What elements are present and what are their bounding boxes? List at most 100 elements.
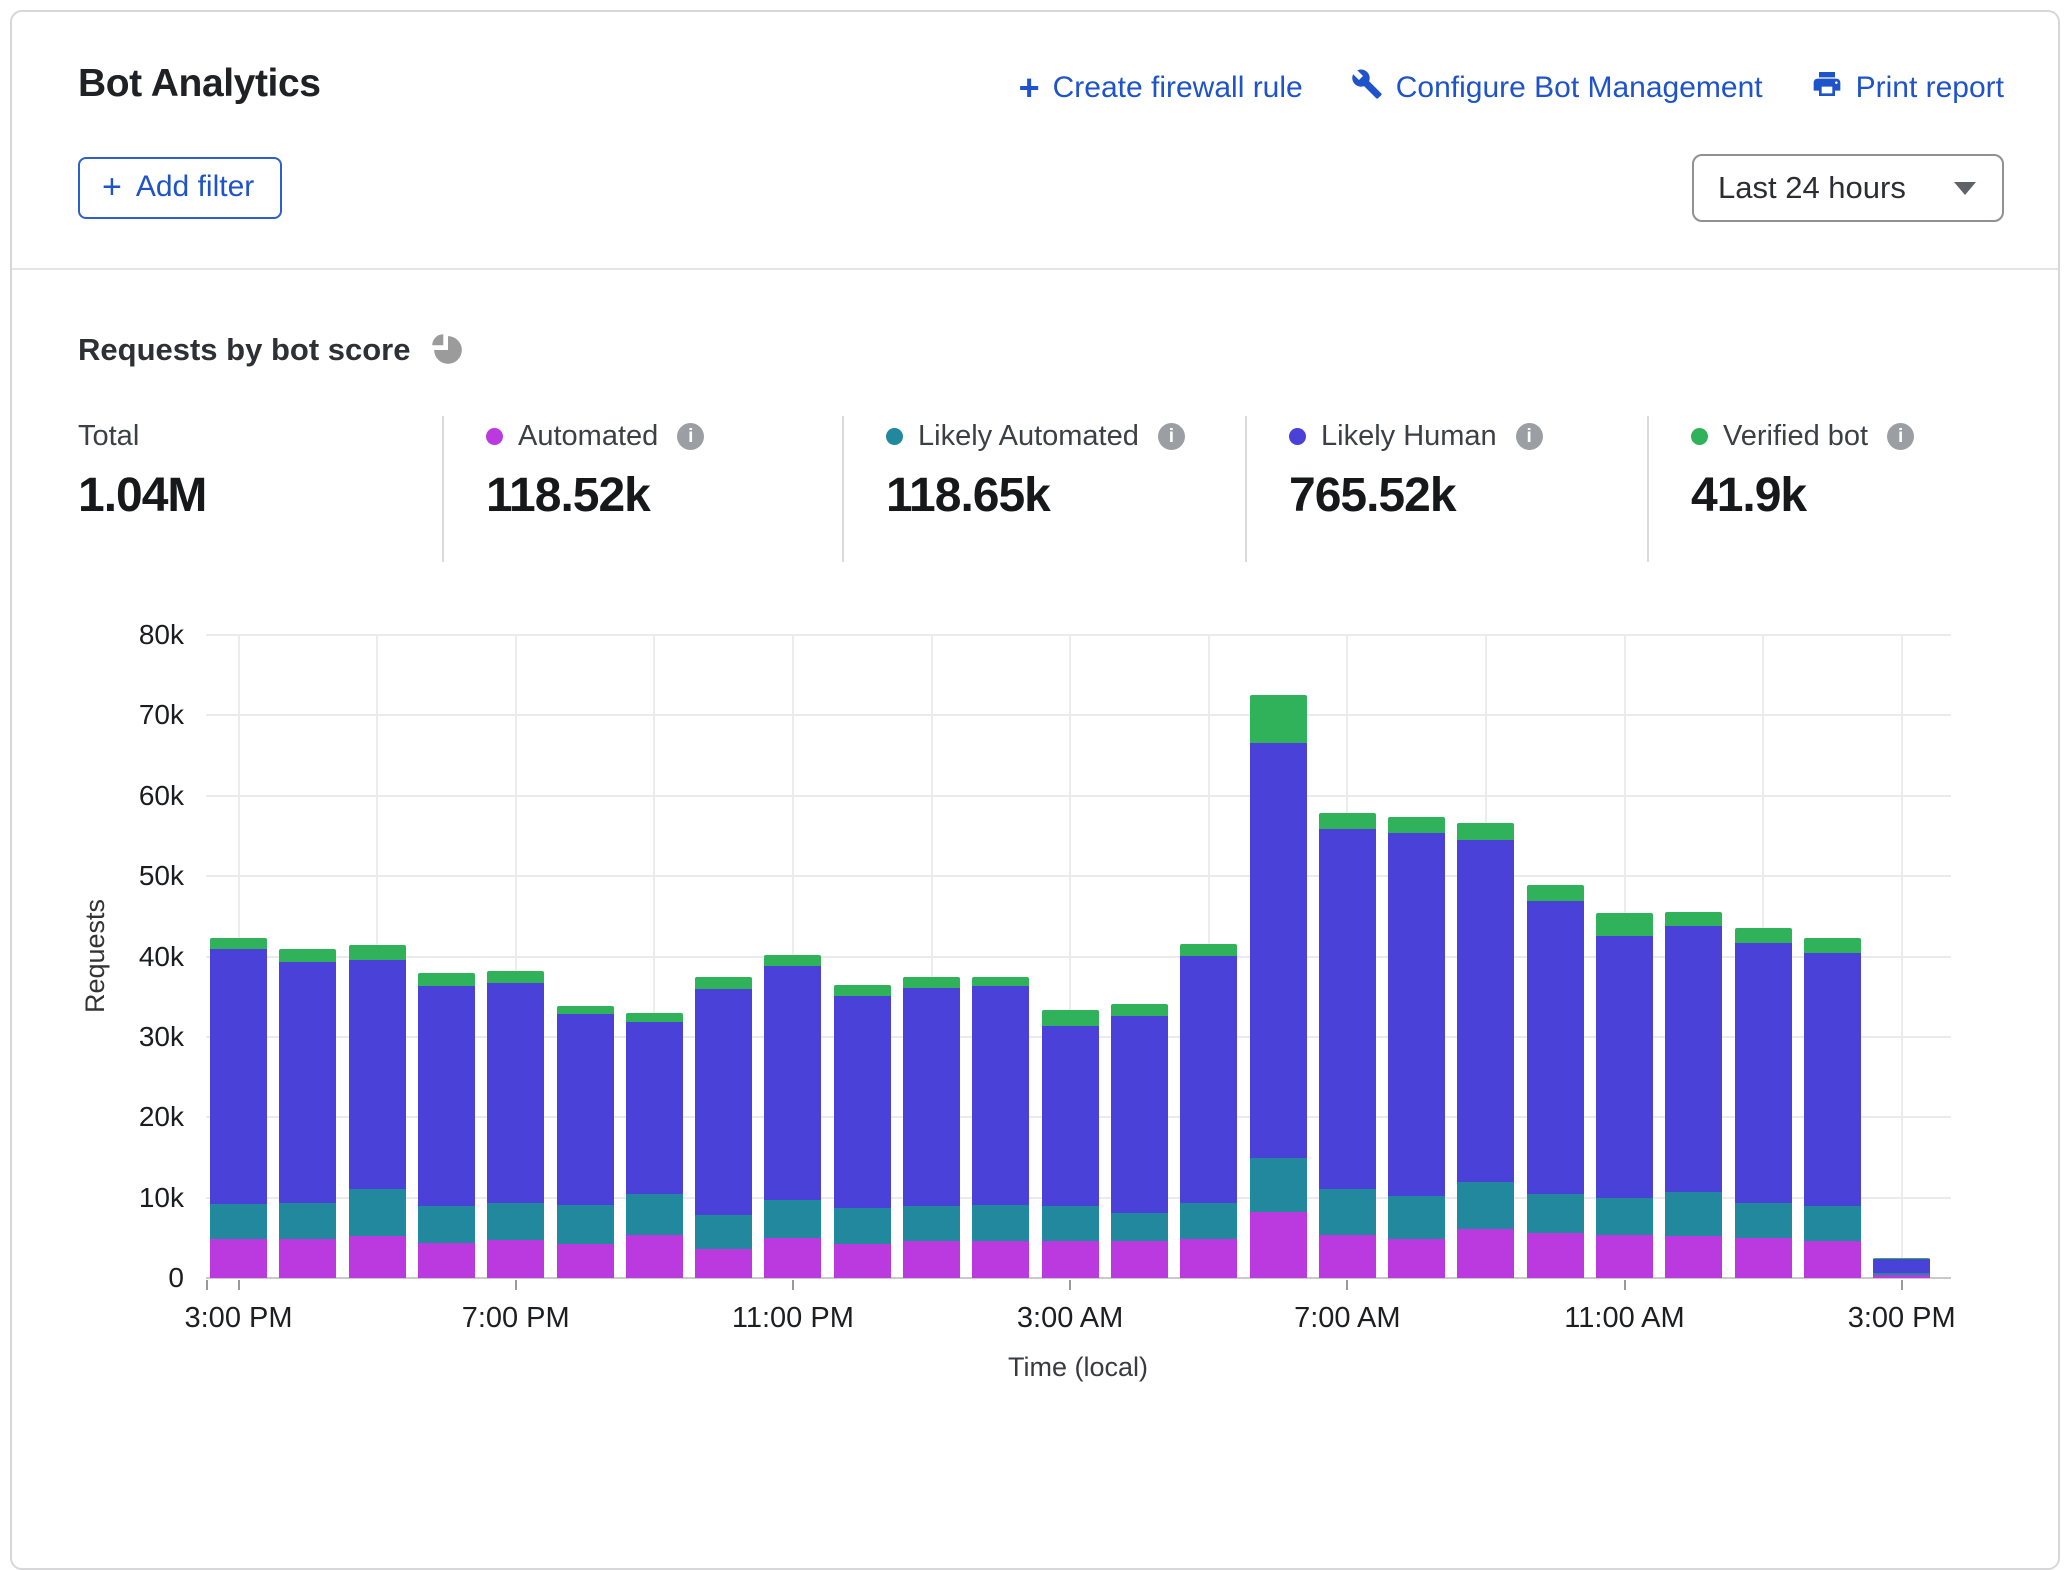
stacked-bar-1200am[interactable]: [834, 985, 891, 1278]
stacked-bar-800am[interactable]: [1388, 817, 1445, 1278]
stat-likely-human-value: 765.52k: [1289, 468, 1647, 523]
add-filter-label: Add filter: [136, 170, 254, 204]
y-tick-label: 50k: [78, 860, 184, 892]
stacked-bar-300pm[interactable]: [1873, 1258, 1930, 1278]
time-range-select[interactable]: Last 24 hours: [1692, 154, 2004, 222]
h-gridline: [206, 634, 1951, 636]
plus-icon: +: [102, 172, 122, 202]
stacked-bar-700am[interactable]: [1319, 813, 1376, 1278]
bar-segment-likely-human: [1596, 936, 1653, 1197]
bar-segment-likely-automated: [279, 1203, 336, 1239]
bar-segment-likely-human: [487, 983, 544, 1203]
info-icon[interactable]: i: [677, 423, 704, 450]
info-icon[interactable]: i: [1887, 423, 1914, 450]
bar-segment-likely-human: [903, 988, 960, 1206]
stat-total: Total 1.04M: [78, 416, 442, 562]
stacked-bar-400am[interactable]: [1111, 1004, 1168, 1278]
configure-bot-management-link[interactable]: Configure Bot Management: [1351, 68, 1763, 108]
y-tick-label: 10k: [78, 1182, 184, 1214]
bar-segment-likely-automated: [695, 1215, 752, 1249]
bar-segment-verified-bot: [487, 971, 544, 983]
bar-segment-likely-automated: [626, 1194, 683, 1235]
bar-segment-likely-human: [418, 986, 475, 1205]
print-report-label: Print report: [1856, 71, 2004, 105]
bar-segment-automated: [1527, 1233, 1584, 1278]
stacked-bar-200am[interactable]: [972, 977, 1029, 1278]
stacked-bar-200pm[interactable]: [1804, 938, 1861, 1278]
bar-segment-automated: [1665, 1236, 1722, 1278]
page-title: Bot Analytics: [78, 62, 321, 106]
bar-segment-automated: [1319, 1235, 1376, 1278]
stat-likely-human-label: Likely Human: [1321, 420, 1497, 453]
x-tick-label: 11:00 PM: [673, 1302, 913, 1335]
bar-segment-likely-automated: [557, 1205, 614, 1244]
stacked-bar-300am[interactable]: [1042, 1010, 1099, 1278]
bar-segment-likely-automated: [1527, 1194, 1584, 1233]
chevron-down-icon: [1954, 182, 1976, 195]
stacked-bar-800pm[interactable]: [557, 1006, 614, 1278]
stacked-bar-700pm[interactable]: [487, 971, 544, 1278]
info-icon[interactable]: i: [1158, 423, 1185, 450]
requests-by-bot-score-section: Requests by bot score Total 1.04M Automa…: [12, 270, 2058, 1400]
x-tick-label: 7:00 AM: [1227, 1302, 1467, 1335]
stacked-bar-400pm[interactable]: [279, 949, 336, 1278]
bar-segment-automated: [1388, 1239, 1445, 1278]
bar-segment-likely-automated: [1111, 1213, 1168, 1241]
printer-icon: [1811, 68, 1843, 108]
bar-segment-likely-human: [1250, 743, 1307, 1159]
bar-segment-verified-bot: [1319, 813, 1376, 829]
stacked-bar-900am[interactable]: [1457, 823, 1514, 1278]
stat-automated-label: Automated: [518, 420, 658, 453]
stacked-bar-600am[interactable]: [1250, 695, 1307, 1279]
bar-segment-automated: [1250, 1212, 1307, 1278]
bar-segment-verified-bot: [1596, 913, 1653, 936]
bar-segment-verified-bot: [1735, 928, 1792, 942]
stacked-bar-300pm[interactable]: [210, 938, 267, 1278]
y-tick-label: 60k: [78, 780, 184, 812]
x-tick: [1346, 1280, 1348, 1290]
y-tick-label: 20k: [78, 1101, 184, 1133]
stacked-bar-1100pm[interactable]: [764, 955, 821, 1278]
stacked-bar-1000am[interactable]: [1527, 885, 1584, 1278]
bar-segment-automated: [972, 1241, 1029, 1278]
create-firewall-rule-link[interactable]: + Create firewall rule: [1019, 71, 1303, 105]
stacked-bar-100pm[interactable]: [1735, 928, 1792, 1278]
requests-chart: Requests Time (local) 010k20k30k40k50k60…: [78, 600, 2004, 1400]
bar-segment-verified-bot: [1042, 1010, 1099, 1026]
stacked-bar-900pm[interactable]: [626, 1013, 683, 1278]
create-firewall-rule-label: Create firewall rule: [1053, 71, 1303, 105]
bar-segment-verified-bot: [557, 1006, 614, 1015]
x-tick-label: 7:00 PM: [396, 1302, 636, 1335]
stacked-bar-1200pm[interactable]: [1665, 912, 1722, 1278]
pie-chart-icon: [430, 332, 466, 368]
stat-total-value: 1.04M: [78, 468, 442, 523]
bar-segment-verified-bot: [695, 977, 752, 988]
bar-segment-likely-human: [764, 966, 821, 1200]
bar-segment-likely-automated: [972, 1205, 1029, 1241]
stacked-bar-600pm[interactable]: [418, 973, 475, 1278]
stacked-bar-500am[interactable]: [1180, 944, 1237, 1278]
stacked-bar-1100am[interactable]: [1596, 913, 1653, 1278]
stat-verified-bot: Verified bot i 41.9k: [1647, 416, 1914, 562]
stats-row: Total 1.04M Automated i 118.52k Likely A…: [78, 416, 2004, 562]
bar-segment-likely-automated: [1735, 1203, 1792, 1238]
add-filter-button[interactable]: + Add filter: [78, 157, 282, 219]
bar-segment-verified-bot: [626, 1013, 683, 1022]
bar-segment-verified-bot: [1111, 1004, 1168, 1016]
header-actions: + Create firewall rule Configure Bot Man…: [1019, 62, 2004, 108]
stacked-bar-1000pm[interactable]: [695, 977, 752, 1278]
bar-segment-likely-automated: [1042, 1206, 1099, 1241]
plus-icon: +: [1019, 73, 1040, 103]
info-icon[interactable]: i: [1516, 423, 1543, 450]
print-report-link[interactable]: Print report: [1811, 68, 2004, 108]
bar-segment-verified-bot: [834, 985, 891, 996]
stat-verified-bot-value: 41.9k: [1691, 468, 1914, 523]
stacked-bar-100am[interactable]: [903, 977, 960, 1278]
stacked-bar-500pm[interactable]: [349, 945, 406, 1278]
bar-segment-verified-bot: [972, 977, 1029, 987]
bar-segment-automated: [487, 1240, 544, 1278]
bar-segment-likely-human: [1111, 1016, 1168, 1213]
bar-segment-likely-automated: [1250, 1158, 1307, 1212]
bar-segment-verified-bot: [1527, 885, 1584, 901]
x-axis-origin-tick: [206, 1280, 208, 1290]
